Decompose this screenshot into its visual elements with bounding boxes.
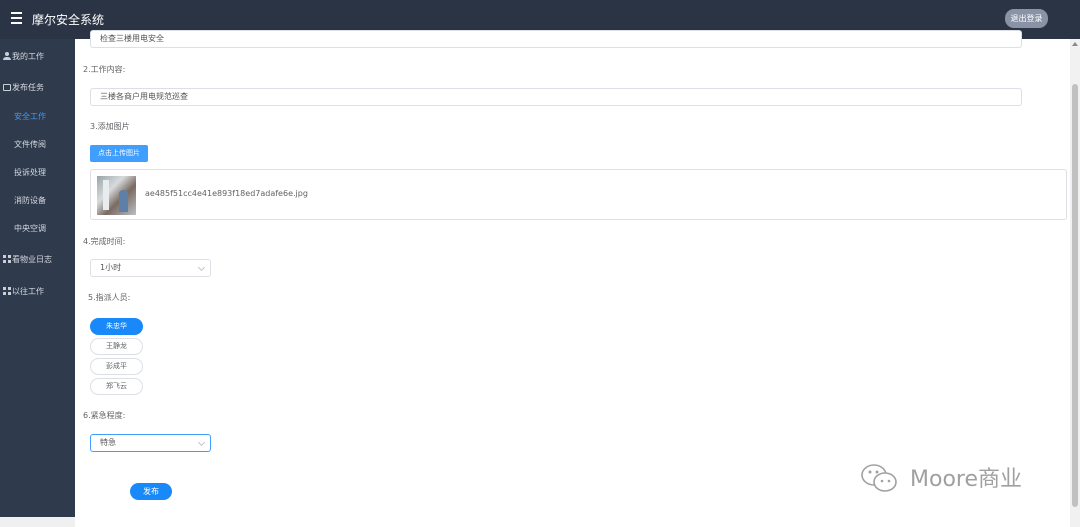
- assignee-button[interactable]: 郑飞云: [90, 378, 143, 395]
- assignee-button[interactable]: 彭成平: [90, 358, 143, 375]
- sidebar-item-publish-task[interactable]: 发布任务: [0, 82, 75, 96]
- publish-button[interactable]: 发布: [130, 483, 172, 500]
- uploaded-file-item: ae485f51cc4e41e893f18ed7adafe6e.jpg: [90, 169, 1067, 220]
- logout-button[interactable]: 退出登录: [1005, 9, 1048, 28]
- sidebar-item-label: 看物业日志: [12, 255, 52, 264]
- assignee-button[interactable]: 王静龙: [90, 338, 143, 355]
- sidebar-item-past-work[interactable]: 以往工作: [0, 286, 75, 300]
- scroll-up-arrow-icon[interactable]: [1072, 42, 1078, 46]
- wechat-icon: [861, 464, 897, 492]
- sidebar-item-fire-equipment[interactable]: 消防设备: [14, 195, 75, 209]
- menu-icon[interactable]: [11, 12, 22, 24]
- watermark-text: Moore商业: [910, 467, 1022, 492]
- sidebar-footer: [0, 517, 75, 527]
- sidebar-item-label: 我的工作: [12, 52, 44, 61]
- app-title: 摩尔安全系统: [32, 13, 105, 27]
- sidebar-item-complaints[interactable]: 投诉处理: [14, 167, 75, 181]
- sidebar-item-file-circulation[interactable]: 文件传阅: [14, 139, 75, 153]
- urgency-label: 6.紧急程度:: [83, 411, 126, 420]
- sidebar: 我的工作 发布任务 安全工作 文件传阅 投诉处理 消防设备 中央空调 看物业日志…: [0, 39, 75, 517]
- time-select[interactable]: 1小时: [90, 259, 211, 277]
- sidebar-item-central-ac[interactable]: 中央空调: [14, 223, 75, 237]
- sidebar-item-my-work[interactable]: 我的工作: [0, 51, 75, 65]
- assignee-button[interactable]: 朱忠华: [90, 318, 143, 335]
- file-name: ae485f51cc4e41e893f18ed7adafe6e.jpg: [145, 189, 308, 198]
- folder-icon: [3, 84, 11, 91]
- sidebar-item-label: 以往工作: [12, 287, 44, 296]
- time-label: 4.完成时间:: [83, 237, 126, 246]
- watermark: Moore商业: [861, 461, 1022, 493]
- assign-label: 5.指派人员:: [88, 293, 131, 302]
- content-input[interactable]: 三楼各商户用电规范巡查: [90, 88, 1022, 106]
- scrollbar-thumb[interactable]: [1072, 84, 1078, 507]
- urgency-select[interactable]: 特急: [90, 434, 211, 452]
- grid-icon: [3, 287, 11, 295]
- task-title-input[interactable]: 检查三楼用电安全: [90, 30, 1022, 48]
- image-thumbnail[interactable]: [97, 176, 136, 215]
- person-icon: [3, 52, 11, 60]
- sidebar-item-label: 发布任务: [12, 83, 44, 92]
- urgency-select-value: 特急: [100, 438, 116, 447]
- chevron-down-icon: [197, 263, 206, 272]
- time-select-value: 1小时: [100, 263, 122, 272]
- scrollbar[interactable]: [1070, 39, 1080, 527]
- main-content: [75, 39, 1070, 527]
- chevron-down-icon: [197, 438, 206, 447]
- grid-icon: [3, 255, 11, 263]
- upload-image-button[interactable]: 点击上传图片: [90, 145, 148, 162]
- sidebar-item-safety-work[interactable]: 安全工作: [14, 111, 75, 125]
- images-label: 3.添加图片: [90, 122, 130, 131]
- sidebar-item-property-log[interactable]: 看物业日志: [0, 254, 75, 268]
- content-label: 2.工作内容:: [83, 65, 126, 74]
